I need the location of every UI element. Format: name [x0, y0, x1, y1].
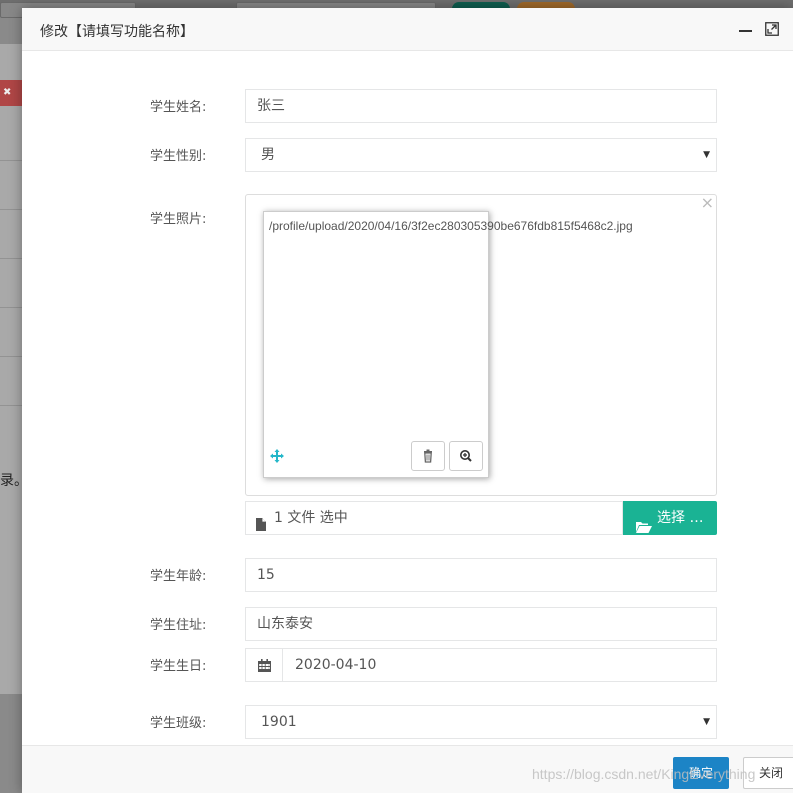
- trash-icon: [424, 449, 432, 463]
- address-input[interactable]: 山东泰安: [245, 607, 717, 641]
- date-addon[interactable]: [245, 648, 283, 682]
- background-delete-badge: ✖: [0, 80, 22, 106]
- photo-thumbnail: /profile/upload/2020/04/16/3f2ec28030539…: [263, 211, 633, 478]
- gender-select-value: 男: [261, 147, 275, 163]
- move-icon[interactable]: [270, 449, 284, 463]
- dialog-footer: 确定 关闭 https://blog.csdn.net/KingEverythi…: [22, 745, 793, 793]
- age-input[interactable]: 15: [245, 558, 717, 592]
- dialog-header: 修改【请填写功能名称】: [22, 8, 793, 51]
- calendar-icon: [258, 659, 271, 672]
- background-table-strip: [0, 44, 22, 694]
- file-caption-text: 1 文件 选中: [274, 510, 348, 526]
- chevron-down-icon: ▼: [703, 150, 710, 160]
- name-input[interactable]: 张三: [245, 89, 717, 123]
- birthday-input[interactable]: 2020-04-10: [282, 648, 717, 682]
- dialog-body: 学生姓名: 张三 学生性别: 男 ▼ 学生照片: × /profile/uplo…: [22, 52, 793, 745]
- dialog-title: 修改【请填写功能名称】: [40, 24, 194, 40]
- minimize-icon[interactable]: [738, 19, 754, 39]
- background-table-row: [0, 405, 22, 406]
- background-table-row: [0, 160, 22, 161]
- file-caption: 1 文件 选中: [245, 501, 623, 535]
- photo-preview-area: × /profile/upload/2020/04/16/3f2ec280305…: [245, 193, 717, 496]
- folder-open-icon: [636, 512, 652, 533]
- delete-photo-button[interactable]: [411, 441, 445, 471]
- birthday-label: 学生生日:: [150, 659, 207, 674]
- class-select[interactable]: 1901 ▼: [245, 705, 717, 739]
- gender-select[interactable]: 男 ▼: [245, 138, 717, 172]
- gender-label: 学生性别:: [150, 149, 207, 164]
- edit-dialog: 修改【请填写功能名称】 学生姓名: 张三 学生性别: 男 ▼ 学生照片: × /…: [22, 8, 793, 793]
- background-table-row: [0, 258, 22, 259]
- file-icon: [256, 511, 266, 531]
- background-table-row: [0, 307, 22, 308]
- address-label: 学生住址:: [150, 618, 207, 633]
- photo-label: 学生照片:: [150, 212, 207, 227]
- close-icon[interactable]: ×: [701, 193, 714, 212]
- class-label: 学生班级:: [150, 716, 207, 731]
- maximize-icon[interactable]: [765, 22, 779, 36]
- chevron-down-icon: ▼: [703, 717, 710, 727]
- age-label: 学生年龄:: [150, 569, 207, 584]
- class-select-value: 1901: [261, 714, 297, 730]
- close-button[interactable]: 关闭: [743, 757, 793, 789]
- choose-file-button[interactable]: 选择 …: [623, 501, 717, 535]
- zoom-photo-button[interactable]: [449, 441, 483, 471]
- choose-file-label: 选择 …: [657, 510, 704, 526]
- zoom-in-icon: [460, 450, 472, 462]
- photo-file-path: /profile/upload/2020/04/16/3f2ec28030539…: [269, 219, 633, 233]
- background-table-row: [0, 356, 22, 357]
- name-label: 学生姓名:: [150, 100, 207, 115]
- confirm-button[interactable]: 确定: [673, 757, 729, 789]
- background-table-row: [0, 209, 22, 210]
